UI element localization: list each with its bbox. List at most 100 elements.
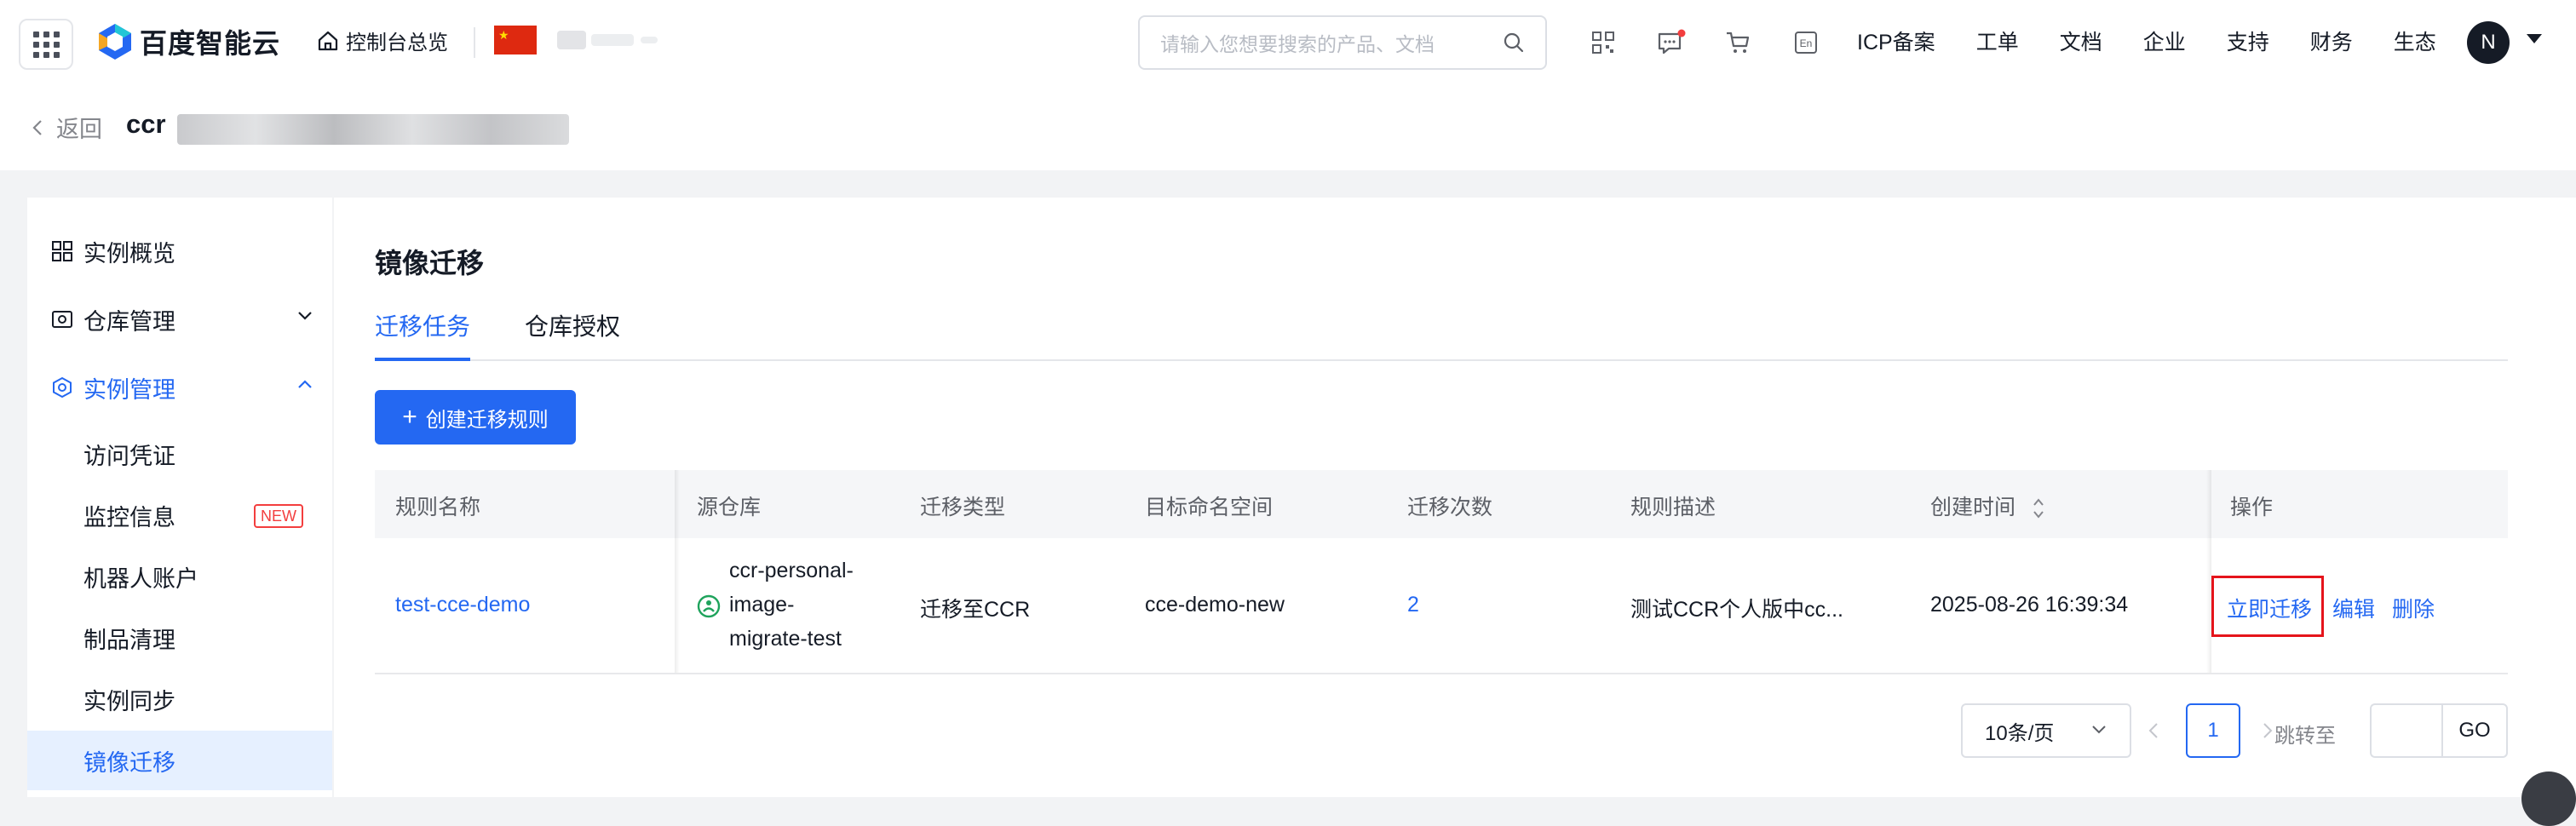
source-repo-line3: migrate-test [729,627,842,651]
region-selector[interactable]: ★ [494,26,658,54]
redacted-account-block-3 [641,37,658,43]
rule-name-link[interactable]: test-cce-demo [395,593,530,617]
column-header-target-namespace: 目标命名空间 [1145,496,1274,519]
page-title: 镜像迁移 [375,248,485,278]
edit-button[interactable]: 编辑 [2332,593,2375,623]
en-icon-text: En [1800,37,1813,49]
baidu-cloud-logo-icon [99,24,131,60]
tab-migration-tasks[interactable]: 迁移任务 [375,308,471,361]
qrcode-icon [1592,32,1614,54]
search-placeholder: 请输入您想要搜索的产品、文档 [1160,33,1435,55]
floating-assistant-avatar[interactable] [2521,772,2576,826]
sidebar-item-label: 实例概览 [83,240,175,267]
redacted-account-block-2 [591,34,634,46]
column-header-actions: 操作 [2230,496,2274,519]
sidebar-subitem-label: 访问凭证 [83,443,175,469]
created-time: 2025-08-26 16:39:34 [1930,593,2129,617]
jump-page-input[interactable] [2370,703,2441,758]
sidebar-item-repository-management[interactable]: 仓库管理 [27,290,332,349]
nav-link-finance[interactable]: 财务 [2310,26,2353,56]
repository-icon [52,311,72,328]
migrate-now-button[interactable]: 立即迁移 [2227,593,2312,623]
column-header-migration-count: 迁移次数 [1407,496,1493,519]
nav-link-ecosystem[interactable]: 生态 [2394,26,2436,56]
delete-button[interactable]: 删除 [2392,593,2435,623]
caret-down-icon[interactable] [2527,34,2542,43]
top-navbar: 百度智能云 控制台总览 ★ 请输入您想要搜索的产品、文档 En ICP备案 工单… [0,0,2576,85]
sidebar-subitem-label: 镜像迁移 [83,749,175,776]
column-header-source-repo: 源仓库 [697,496,762,519]
chevron-left-icon [32,119,42,135]
console-home-link[interactable]: 控制台总览 [317,26,448,55]
go-button[interactable]: GO [2441,703,2508,758]
nav-divider [474,27,475,58]
search-icon[interactable] [1503,32,1525,54]
brand-logo[interactable]: 百度智能云 [97,22,280,61]
sidebar-item-label: 仓库管理 [83,308,175,335]
logo-text: 百度智能云 [140,28,281,59]
chevron-down-icon [298,312,312,320]
nav-link-enterprise[interactable]: 企业 [2143,26,2186,56]
cart-icon [1727,32,1750,53]
sidebar-item-instance-management[interactable]: 实例管理 [27,358,332,417]
sort-icon[interactable] [2032,496,2045,520]
nav-link-docs[interactable]: 文档 [2060,26,2102,56]
message-icon [1658,29,1686,54]
prev-page-icon[interactable] [2147,720,2160,741]
nav-link-support[interactable]: 支持 [2227,26,2269,56]
page-number-current[interactable]: 1 [2186,703,2240,758]
grid-icon [52,241,72,261]
user-avatar[interactable]: N [2467,21,2510,64]
create-migration-rule-button[interactable]: + 创建迁移规则 [375,390,576,445]
jump-to-label: 跳转至 [2274,725,2336,748]
column-header-description: 规则描述 [1630,496,1716,519]
migration-count-link[interactable]: 2 [1407,593,1419,617]
sidebar-item-instance-overview[interactable]: 实例概览 [27,221,332,281]
table-header: 规则名称 源仓库 迁移类型 目标命名空间 迁移次数 规则描述 创建时间 操作 [375,470,2508,538]
source-repo-line1: ccr-personal- [729,559,854,582]
tab-repository-authorization[interactable]: 仓库授权 [525,308,620,361]
sidebar-subitem-artifact-cleanup[interactable]: 制品清理 [27,608,332,668]
sidebar-subitem-access-credentials[interactable]: 访问凭证 [27,424,332,484]
language-en-icon: En [1795,32,1817,54]
plus-icon: + [402,403,417,431]
new-badge: NEW [254,504,303,528]
column-header-created-time[interactable]: 创建时间 [1930,490,2045,521]
sidebar-subitem-label: 实例同步 [83,688,175,714]
qrcode-button[interactable] [1588,27,1619,58]
chevron-up-icon [298,380,312,388]
apps-menu-button[interactable] [19,19,73,70]
personal-repo-icon [697,594,721,618]
rule-description: 测试CCR个人版中cc... [1630,598,1844,622]
sidebar-subitem-label: 监控信息 [83,504,175,531]
table-row: test-cce-demo ccr-personal- image- migra… [375,538,2508,674]
sidebar-subitem-monitoring[interactable]: 监控信息 NEW [27,485,332,545]
top-nav-links: ICP备案 工单 文档 企业 支持 财务 生态 [1857,26,2477,56]
column-header-rule-name: 规则名称 [395,496,481,519]
column-header-migration-type: 迁移类型 [920,496,1006,519]
back-button[interactable]: 返回 [31,111,102,144]
page-size-select[interactable]: 10条/页 [1961,703,2131,758]
sidebar-item-label: 实例管理 [83,376,175,403]
home-icon [318,31,338,50]
back-label: 返回 [56,117,102,142]
migration-type: 迁移至CCR [920,598,1031,622]
china-flag-icon: ★ [494,26,537,54]
redacted-account-block [557,31,586,49]
create-button-label: 创建迁移规则 [425,408,549,432]
cart-button[interactable] [1722,27,1753,58]
nav-link-icp[interactable]: ICP备案 [1857,26,1935,56]
message-button[interactable] [1656,27,1687,58]
target-namespace: cce-demo-new [1145,593,1285,617]
sidebar-subitem-robot-accounts[interactable]: 机器人账户 [27,547,332,606]
sidebar-subitem-image-migration[interactable]: 镜像迁移 [27,731,332,790]
created-time-label: 创建时间 [1930,496,2016,519]
page-size-value: 10条/页 [1985,721,2055,745]
instance-icon [53,376,72,399]
nav-link-ticket[interactable]: 工单 [1976,26,2019,56]
sidebar-subitem-instance-sync[interactable]: 实例同步 [27,669,332,729]
global-search-box[interactable]: 请输入您想要搜索的产品、文档 [1138,15,1547,70]
tab-bar: 迁移任务 仓库授权 [375,308,2508,361]
language-button[interactable]: En [1791,27,1821,58]
next-page-icon[interactable] [2261,720,2274,741]
